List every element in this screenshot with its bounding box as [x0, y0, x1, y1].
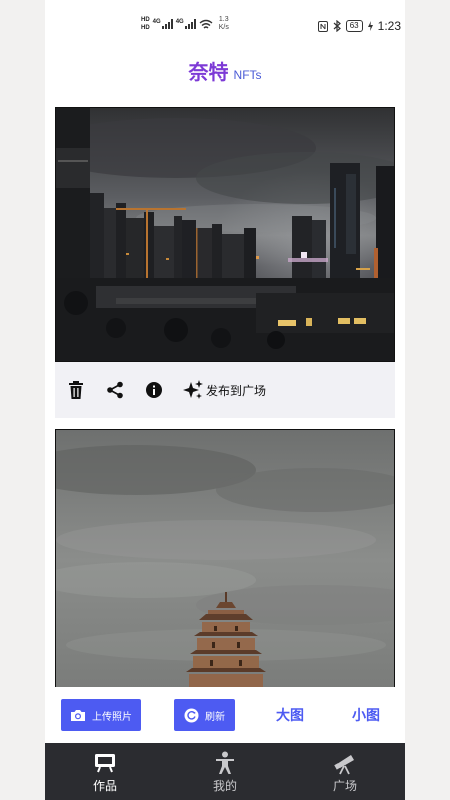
hd-label-2: HD [141, 25, 150, 31]
signal-1: 4G [153, 19, 173, 29]
net-speed-value: 1.3 [218, 16, 229, 23]
tab-works[interactable]: 作品 [45, 743, 165, 800]
tab-works-label: 作品 [92, 779, 117, 793]
tab-square-label: 广场 [332, 779, 357, 793]
net-speed-unit: K/s [218, 24, 229, 31]
city-night-photo [56, 108, 394, 361]
small-view-button[interactable]: 小图 [352, 705, 380, 725]
status-right: 63 1:23 [317, 19, 401, 33]
tab-mine[interactable]: 我的 [165, 743, 285, 800]
share-icon [107, 381, 123, 399]
camera-icon [71, 709, 85, 721]
app-subtitle: NFTs [233, 68, 262, 82]
publish-to-square-button[interactable]: 发布到广场 [182, 379, 266, 401]
bottom-toolbar: 上传照片 刷新 大图 小图 [45, 687, 405, 743]
hd-indicator: HD HD [141, 16, 150, 32]
refresh-label: 刷新 [205, 711, 225, 723]
hd-label-1: HD [141, 17, 150, 23]
telescope-icon [333, 751, 357, 775]
share-button[interactable] [104, 379, 126, 401]
bottom-tab-bar: 作品 我的 广场 [45, 743, 405, 800]
charging-icon [367, 21, 373, 31]
upload-photo-button[interactable]: 上传照片 [61, 699, 141, 731]
signal-bars-icon [184, 19, 196, 29]
battery-indicator: 63 [345, 20, 363, 32]
photo-card-image[interactable] [55, 429, 395, 689]
upload-photo-label: 上传照片 [92, 711, 132, 723]
photo-card-image[interactable] [55, 107, 395, 362]
status-bar: HD HD 4G 4G 1.3 K/s 63 1:23 [45, 0, 405, 50]
info-icon [146, 382, 162, 398]
tab-mine-label: 我的 [212, 779, 237, 793]
trash-icon [69, 381, 83, 399]
status-left: HD HD 4G 4G 1.3 K/s [141, 16, 229, 32]
signal-1-label: 4G [152, 19, 161, 25]
delete-button[interactable] [65, 379, 87, 401]
refresh-icon [184, 708, 199, 722]
signal-2-label: 4G [175, 19, 184, 25]
refresh-button[interactable]: 刷新 [174, 699, 235, 731]
net-speed: 1.3 K/s [219, 16, 229, 32]
sparkles-icon [183, 380, 203, 399]
tab-square[interactable]: 广场 [285, 743, 405, 800]
large-view-button[interactable]: 大图 [276, 705, 304, 725]
wifi-icon [199, 19, 213, 29]
photo-action-bar: 发布到广场 [55, 362, 395, 418]
nfc-icon [317, 20, 328, 32]
bluetooth-icon [333, 20, 341, 32]
person-icon [213, 751, 237, 775]
publish-label: 发布到广场 [206, 383, 267, 398]
app-header: 奈特 NFTs [45, 56, 405, 86]
signal-bars-icon [161, 19, 173, 29]
easel-icon [93, 751, 117, 775]
info-button[interactable] [143, 379, 165, 401]
pagoda-photo [56, 430, 394, 688]
app-screen: HD HD 4G 4G 1.3 K/s 63 1:23 奈特 NFTs 发布到广… [45, 0, 405, 800]
clock: 1:23 [377, 19, 401, 33]
app-title: 奈特 [188, 60, 229, 84]
signal-2: 4G [176, 19, 196, 29]
